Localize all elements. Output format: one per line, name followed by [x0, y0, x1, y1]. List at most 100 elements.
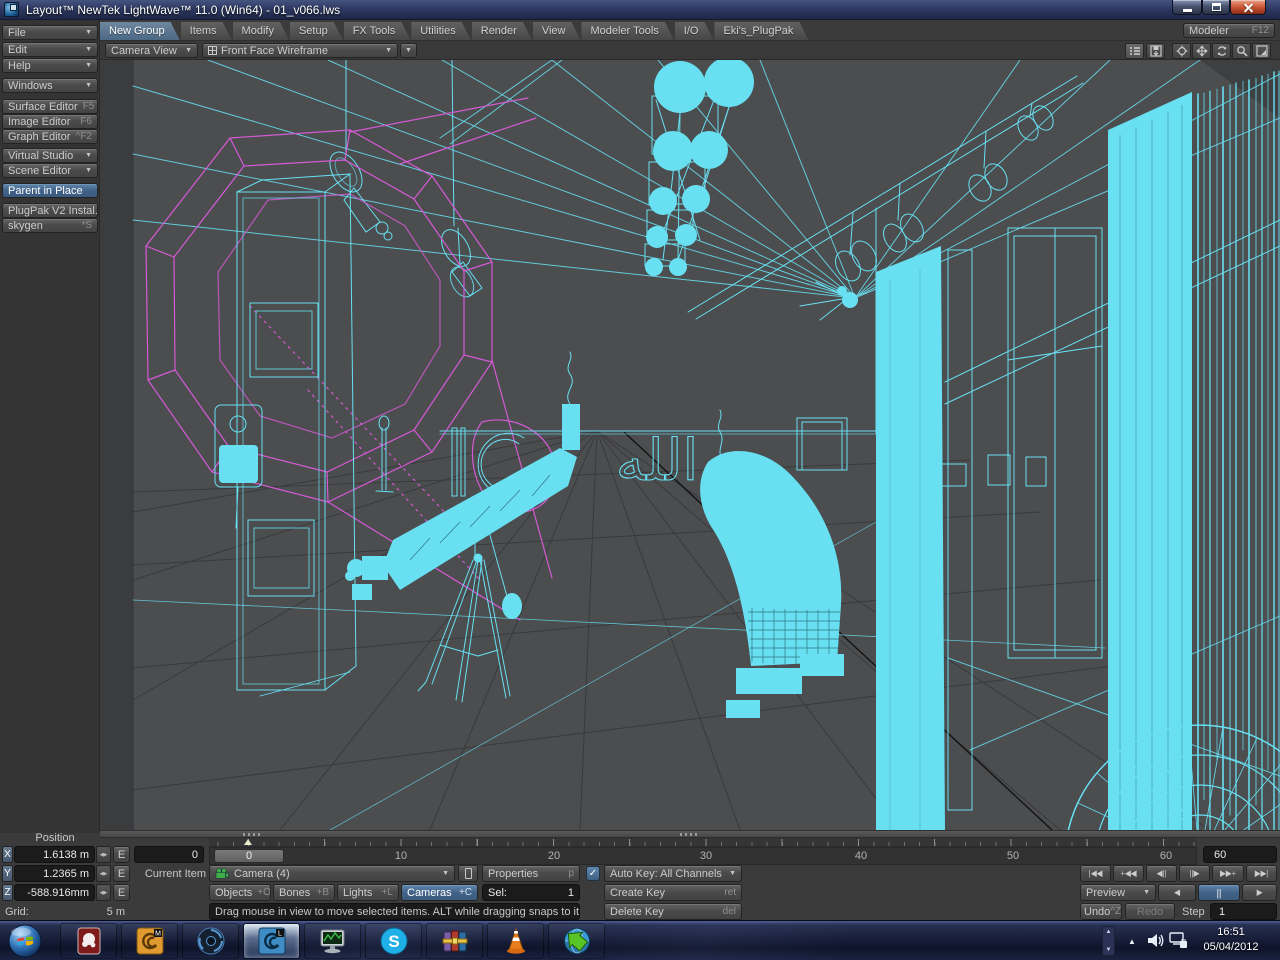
previous-key-button[interactable]: +◀◀ — [1113, 865, 1144, 882]
tab-items[interactable]: Items — [181, 22, 232, 40]
cameras-button[interactable]: Cameras+C — [401, 884, 478, 901]
play-forward-button[interactable]: ▶ — [1242, 884, 1277, 901]
view-mode-dropdown[interactable]: Camera View ▼ — [105, 43, 198, 58]
network-icon[interactable] — [1168, 930, 1189, 951]
lights-button[interactable]: Lights+L — [337, 884, 399, 901]
y-spinner[interactable]: ◀▶ — [96, 865, 111, 882]
modeler-button[interactable]: Modeler F12 — [1183, 23, 1275, 38]
sidebar-item-skygen[interactable]: skygen*S — [2, 218, 98, 233]
redo-button[interactable]: Redo — [1125, 903, 1175, 920]
fit-view-button[interactable] — [1252, 43, 1271, 59]
tab-utilities[interactable]: Utilities — [411, 22, 470, 40]
tray-clock[interactable]: 16:51 05/04/2012 — [1188, 925, 1274, 955]
z-axis-button[interactable]: Z — [2, 884, 13, 901]
next-key-button[interactable]: ▶▶+ — [1212, 865, 1244, 882]
x-envelope-button[interactable]: E — [113, 846, 130, 863]
timeline[interactable]: 10 20 30 40 50 60 0 — [209, 838, 1197, 865]
show-hidden-icons-button[interactable]: ▲ — [1122, 932, 1142, 950]
current-item-dropdown[interactable]: Camera (4) ▼ — [209, 865, 455, 882]
timeline-scrub-handle[interactable]: 0 — [214, 849, 284, 863]
tab-fx-tools[interactable]: FX Tools — [344, 22, 411, 40]
step-field[interactable]: 1 — [1210, 903, 1277, 920]
sidebar-item-virtual-studio[interactable]: Virtual Studio▼ — [2, 148, 98, 163]
timeline-track[interactable]: 10 20 30 40 50 60 0 — [209, 847, 1197, 865]
viewport-save-button[interactable] — [1146, 43, 1165, 59]
timeline-ruler[interactable] — [209, 838, 1197, 847]
z-value-field[interactable]: -588.916mm — [14, 884, 95, 901]
viewport[interactable]: .wl{stroke:var(--wire-cyan);fill:none;st… — [100, 60, 1280, 830]
scene-left-margin — [100, 60, 133, 830]
properties-button[interactable]: Properties p — [482, 865, 580, 882]
menu-edit[interactable]: Edit▼ — [2, 42, 98, 57]
preview-dropdown[interactable]: Preview ▼ — [1080, 884, 1156, 901]
minimize-button[interactable] — [1172, 0, 1202, 15]
viewport-list-button[interactable] — [1125, 43, 1144, 59]
tab-setup[interactable]: Setup — [290, 22, 343, 40]
tray-scroll-control[interactable]: ▲ ▼ — [1102, 926, 1115, 956]
bones-button[interactable]: Bones+B — [273, 884, 335, 901]
taskbar-app-lightwave-layout[interactable]: L — [243, 923, 300, 959]
current-frame-field[interactable]: 0 — [134, 846, 204, 863]
auto-key-dropdown[interactable]: Auto Key: All Channels ▼ — [604, 865, 742, 882]
maximize-button[interactable] — [1202, 0, 1230, 15]
y-envelope-button[interactable]: E — [113, 865, 130, 882]
z-spinner[interactable]: ◀▶ — [96, 884, 111, 901]
previous-frame-button[interactable]: ◀|| — [1146, 865, 1177, 882]
tab-new-group[interactable]: New Group — [100, 22, 180, 40]
taskbar-app-screen-recorder[interactable] — [182, 923, 239, 959]
sidebar-item-plugpak-install[interactable]: PlugPak V2 Instal... — [2, 203, 98, 218]
y-value-field[interactable]: 1.2365 m — [14, 865, 95, 882]
taskbar-app-winrar[interactable] — [426, 923, 483, 959]
x-spinner[interactable]: ◀▶ — [96, 846, 111, 863]
tab-ekis-plugpak[interactable]: Eki's_PlugPak — [714, 22, 808, 40]
menu-windows[interactable]: Windows▼ — [2, 78, 98, 93]
taskbar-app-vlc[interactable] — [487, 923, 544, 959]
taskbar-app-skype[interactable]: S — [365, 923, 422, 959]
panel-divider[interactable] — [100, 830, 1280, 838]
tab-render[interactable]: Render — [472, 22, 532, 40]
rotate-view-button[interactable] — [1212, 43, 1231, 59]
x-value-field[interactable]: 1.6138 m — [14, 846, 95, 863]
play-reverse-button[interactable]: ◀ — [1158, 884, 1196, 901]
menu-file[interactable]: File▼ — [2, 25, 98, 40]
item-list-toggle-button[interactable] — [458, 865, 478, 882]
undo-button[interactable]: Undo ^Z — [1080, 903, 1122, 920]
z-envelope-button[interactable]: E — [113, 884, 130, 901]
y-axis-button[interactable]: Y — [2, 865, 13, 882]
go-to-end-button[interactable]: ▶▶| — [1246, 865, 1277, 882]
close-button[interactable] — [1230, 0, 1266, 15]
sidebar-item-parent-in-place[interactable]: Parent in Place — [2, 183, 98, 198]
volume-icon[interactable] — [1146, 931, 1165, 950]
auto-key-checkbox[interactable]: ✓ — [586, 866, 600, 881]
sidebar-item-image-editor[interactable]: Image EditorF6 — [2, 114, 98, 129]
tab-modify[interactable]: Modify — [233, 22, 289, 40]
taskbar-app-idm[interactable] — [548, 923, 605, 959]
next-frame-button[interactable]: ||▶ — [1179, 865, 1210, 882]
viewport-options-dropdown[interactable]: ▼ — [400, 43, 417, 58]
taskbar-app-lightwave-modeler[interactable]: M — [121, 923, 178, 959]
taskbar-app-media-player[interactable] — [60, 923, 117, 959]
delete-key-button[interactable]: Delete Key del — [604, 903, 742, 920]
center-view-button[interactable] — [1172, 43, 1191, 59]
render-mode-dropdown[interactable]: Front Face Wireframe ▼ — [202, 43, 398, 58]
pan-view-button[interactable] — [1192, 43, 1211, 59]
sidebar-item-scene-editor[interactable]: Scene Editor▼ — [2, 163, 98, 178]
taskbar-app-system-monitor[interactable] — [304, 923, 361, 959]
pause-button[interactable]: || — [1198, 884, 1240, 901]
tab-modeler-tools[interactable]: Modeler Tools — [581, 22, 673, 40]
lightwave-app-icon[interactable] — [4, 2, 19, 17]
sidebar-item-graph-editor[interactable]: Graph Editor^F2 — [2, 129, 98, 144]
tab-io[interactable]: I/O — [675, 22, 714, 40]
tab-view[interactable]: View — [533, 22, 581, 40]
sidebar-item-surface-editor[interactable]: Surface EditorF5 — [2, 99, 98, 114]
step-label: Step — [1182, 903, 1205, 920]
grid-label: Grid: — [5, 903, 29, 920]
start-button[interactable] — [6, 922, 44, 960]
x-axis-button[interactable]: X — [2, 846, 13, 863]
go-to-start-button[interactable]: |◀◀ — [1080, 865, 1111, 882]
zoom-view-button[interactable] — [1232, 43, 1251, 59]
objects-button[interactable]: Objects+O — [209, 884, 271, 901]
menu-help[interactable]: Help▼ — [2, 58, 98, 73]
create-key-button[interactable]: Create Key ret — [604, 884, 742, 901]
end-frame-field[interactable]: 60 — [1203, 846, 1277, 863]
